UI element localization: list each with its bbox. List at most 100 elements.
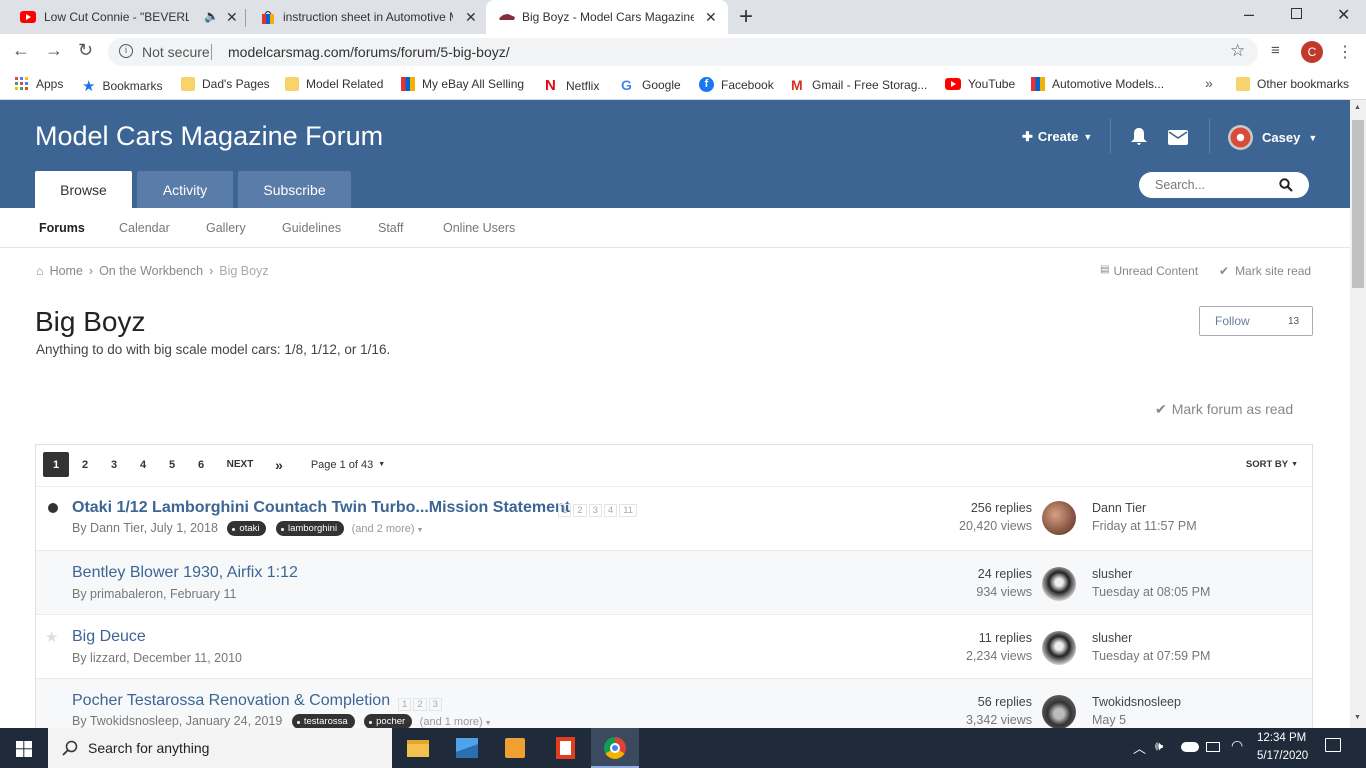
bookmark-gmail[interactable]: M Gmail - Free Storag... (791, 77, 927, 93)
last-poster-name[interactable]: Twokidsnosleep (1092, 695, 1181, 709)
more-bookmarks-button[interactable]: » (1205, 75, 1213, 91)
speaker-icon[interactable]: 🔈 (204, 9, 219, 23)
office-icon[interactable] (556, 737, 575, 759)
close-tab-icon[interactable]: ✕ (705, 9, 717, 26)
profile-avatar[interactable]: C (1301, 41, 1323, 63)
page-4-button[interactable]: 4 (132, 452, 154, 477)
close-tab-icon[interactable]: ✕ (226, 9, 238, 26)
tag-testarossa[interactable]: testarossa (291, 714, 355, 730)
tab-instruction-sheet[interactable]: instruction sheet in Automotive M ✕ (246, 0, 486, 34)
bell-icon[interactable] (1130, 127, 1148, 147)
battery-icon[interactable] (1206, 742, 1220, 752)
topic-title[interactable]: Pocher Testarossa Renovation & Completio… (72, 692, 390, 710)
page-2-button[interactable]: 2 (74, 452, 96, 477)
last-post-date[interactable]: Tuesday at 07:59 PM (1092, 649, 1210, 663)
tag-otaki[interactable]: otaki (227, 521, 267, 537)
tab-low-cut-connie[interactable]: Low Cut Connie - "BEVERLY" 🔈 ✕ (0, 0, 245, 34)
onedrive-icon[interactable] (1181, 742, 1199, 752)
menu-icon[interactable]: ⋮ (1337, 42, 1353, 62)
mark-forum-read-link[interactable]: ✔ Mark forum as read (1155, 401, 1293, 418)
search-icon[interactable] (1279, 178, 1293, 192)
tab-big-boyz[interactable]: Big Boyz - Model Cars Magazine ✕ (486, 0, 728, 34)
tab-activity[interactable]: Activity (137, 171, 233, 208)
follow-button[interactable]: Follow 13 (1199, 306, 1313, 336)
subnav-forums[interactable]: Forums (39, 221, 85, 235)
page-3-button[interactable]: 3 (103, 452, 125, 477)
mark-site-read-link[interactable]: ✔ Mark site read (1219, 264, 1311, 278)
page-scrollbar[interactable]: ▲ ▼ (1350, 100, 1366, 728)
file-explorer-icon[interactable] (407, 740, 429, 757)
notification-icon[interactable] (1325, 738, 1341, 752)
last-poster-name[interactable]: slusher (1092, 631, 1132, 645)
next-page-button[interactable]: NEXT (222, 452, 258, 477)
url-text[interactable]: modelcarsmag.com/forums/forum/5-big-boyz… (228, 44, 510, 60)
back-icon[interactable]: ← (12, 40, 30, 61)
maximize-button[interactable] (1291, 8, 1302, 19)
subnav-online-users[interactable]: Online Users (443, 221, 515, 235)
last-post-date[interactable]: Friday at 11:57 PM (1092, 519, 1197, 533)
clock-time[interactable]: 12:34 PM (1257, 732, 1306, 744)
breadcrumb-home[interactable]: Home (50, 264, 83, 278)
clock-date[interactable]: 5/17/2020 (1257, 750, 1308, 762)
info-icon[interactable]: i (119, 44, 133, 58)
page-6-button[interactable]: 6 (190, 452, 212, 477)
bookmark-automotive-models[interactable]: Automotive Models... (1031, 77, 1164, 91)
minimize-button[interactable]: – (1244, 4, 1254, 25)
topic-author[interactable]: By primabaleron, February 11 (72, 587, 236, 601)
bookmark-bookmarks[interactable]: ★ Bookmarks (82, 77, 162, 95)
topic-page-link[interactable]: 1 (398, 698, 412, 712)
tab-subscribe[interactable]: Subscribe (238, 171, 351, 208)
page-1-button[interactable]: 1 (43, 452, 69, 477)
bookmark-star-icon[interactable]: ☆ (1230, 41, 1245, 61)
topic-author[interactable]: By lizzard, December 11, 2010 (72, 651, 242, 665)
bookmark-facebook[interactable]: f Facebook (699, 77, 774, 92)
bookmark-dads-pages[interactable]: Dad's Pages (181, 77, 270, 91)
site-title[interactable]: Model Cars Magazine Forum (35, 121, 383, 152)
subnav-guidelines[interactable]: Guidelines (282, 221, 341, 235)
avatar[interactable] (1042, 567, 1076, 601)
scroll-thumb[interactable] (1352, 120, 1364, 288)
reload-icon[interactable]: ↻ (78, 40, 93, 61)
envelope-icon[interactable] (1168, 130, 1188, 145)
scroll-down-icon[interactable]: ▼ (1354, 714, 1361, 721)
scroll-up-icon[interactable]: ▲ (1354, 104, 1361, 111)
topic-page-link[interactable]: 3 (428, 698, 442, 712)
more-tags-link[interactable]: (and 2 more) (352, 523, 415, 535)
page-5-button[interactable]: 5 (161, 452, 183, 477)
bookmark-netflix[interactable]: N Netflix (545, 77, 599, 94)
topic-title[interactable]: Bentley Blower 1930, Airfix 1:12 (72, 564, 298, 582)
media-control-icon[interactable]: ≡ (1271, 42, 1280, 59)
user-menu[interactable]: Casey ▼ (1228, 125, 1317, 150)
chrome-taskbar-button[interactable] (591, 728, 639, 768)
volume-icon[interactable]: 🕪 (1155, 738, 1163, 754)
bookmark-youtube[interactable]: YouTube (945, 77, 1015, 91)
photos-icon[interactable] (456, 738, 478, 758)
tag-lamborghini[interactable]: lamborghini (275, 521, 345, 537)
bookmark-my-ebay[interactable]: My eBay All Selling (401, 77, 524, 91)
bookmark-other[interactable]: Other bookmarks (1236, 77, 1349, 91)
tag-pocher[interactable]: pocher (364, 714, 413, 730)
subnav-staff[interactable]: Staff (378, 221, 403, 235)
last-post-date[interactable]: Tuesday at 08:05 PM (1092, 585, 1210, 599)
bookmark-apps[interactable]: Apps (15, 77, 63, 91)
show-hidden-icons[interactable]: ︿ (1133, 738, 1146, 757)
topic-page-link[interactable]: 3 (588, 504, 602, 518)
breadcrumb-on-the-workbench[interactable]: On the Workbench (99, 264, 203, 278)
close-window-button[interactable]: ✕ (1337, 5, 1350, 25)
subnav-gallery[interactable]: Gallery (206, 221, 246, 235)
last-post-date[interactable]: May 5 (1092, 713, 1126, 727)
unread-content-link[interactable]: ▤ Unread Content (1100, 264, 1198, 278)
topic-title[interactable]: Otaki 1/12 Lamborghini Countach Twin Tur… (72, 499, 570, 517)
subnav-calendar[interactable]: Calendar (119, 221, 170, 235)
avatar[interactable] (1042, 501, 1076, 535)
last-poster-name[interactable]: Dann Tier (1092, 501, 1146, 515)
address-bar[interactable]: i Not secure modelcarsmag.com/forums/for… (108, 38, 1258, 66)
topic-author[interactable]: By Twokidsnosleep, January 24, 2019 (72, 714, 282, 728)
create-button[interactable]: ✚ Create ▼ (1022, 129, 1092, 145)
topic-author[interactable]: By Dann Tier, July 1, 2018 (72, 521, 218, 535)
topic-page-link[interactable]: 1 (558, 504, 572, 518)
sort-by-dropdown[interactable]: SORT BY ▼ (1243, 452, 1301, 477)
forward-icon[interactable]: → (45, 40, 63, 61)
media-player-icon[interactable] (505, 738, 525, 758)
wifi-icon[interactable]: ◠ (1231, 737, 1243, 754)
